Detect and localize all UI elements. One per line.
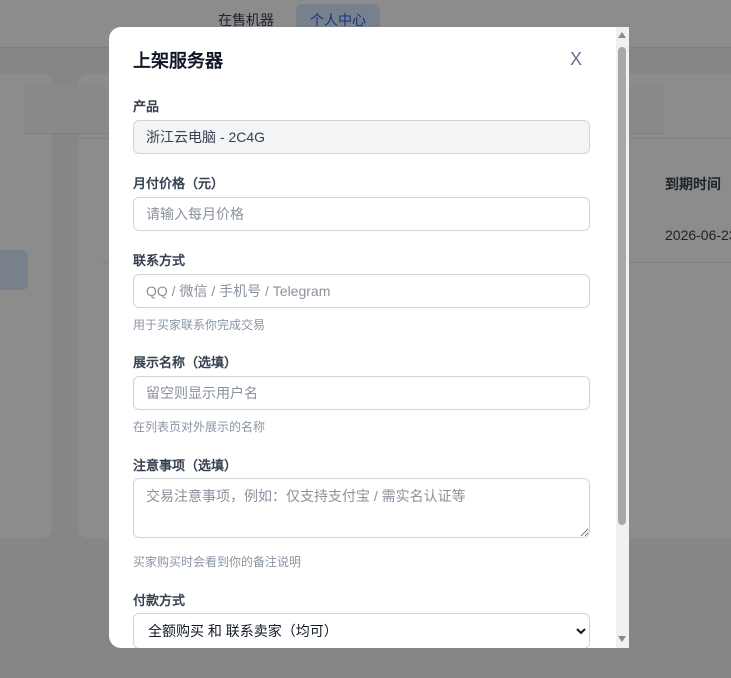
payment-select[interactable]: 全额购买 和 联系卖家（均可） xyxy=(133,613,590,648)
modal-scrollbar[interactable] xyxy=(616,27,629,648)
product-label: 产品 xyxy=(133,99,160,114)
contact-label: 联系方式 xyxy=(133,253,186,268)
contact-input[interactable] xyxy=(133,274,590,308)
scroll-down-arrow-icon[interactable] xyxy=(618,636,626,642)
payment-label: 付款方式 xyxy=(133,593,186,608)
scroll-up-arrow-icon[interactable] xyxy=(618,32,626,38)
price-label: 月付价格（元） xyxy=(133,176,225,191)
notes-hint: 买家购买时会看到你的备注说明 xyxy=(133,555,302,569)
price-input[interactable] xyxy=(133,197,590,231)
display-name-hint: 在列表页对外展示的名称 xyxy=(133,420,266,434)
scrollbar-thumb[interactable] xyxy=(618,47,626,525)
display-name-input[interactable] xyxy=(133,376,590,410)
display-name-label: 展示名称（选填） xyxy=(133,355,238,370)
close-button[interactable]: X xyxy=(565,47,587,71)
product-field: 浙江云电脑 - 2C4G xyxy=(133,120,590,154)
modal-title: 上架服务器 xyxy=(133,51,223,71)
contact-hint: 用于买家联系你完成交易 xyxy=(133,318,266,332)
notes-textarea[interactable] xyxy=(133,478,590,538)
list-server-modal: 上架服务器 X 产品 浙江云电脑 - 2C4G 月付价格（元） 联系方式 用于买… xyxy=(109,27,629,648)
notes-label: 注意事项（选填） xyxy=(133,458,238,473)
